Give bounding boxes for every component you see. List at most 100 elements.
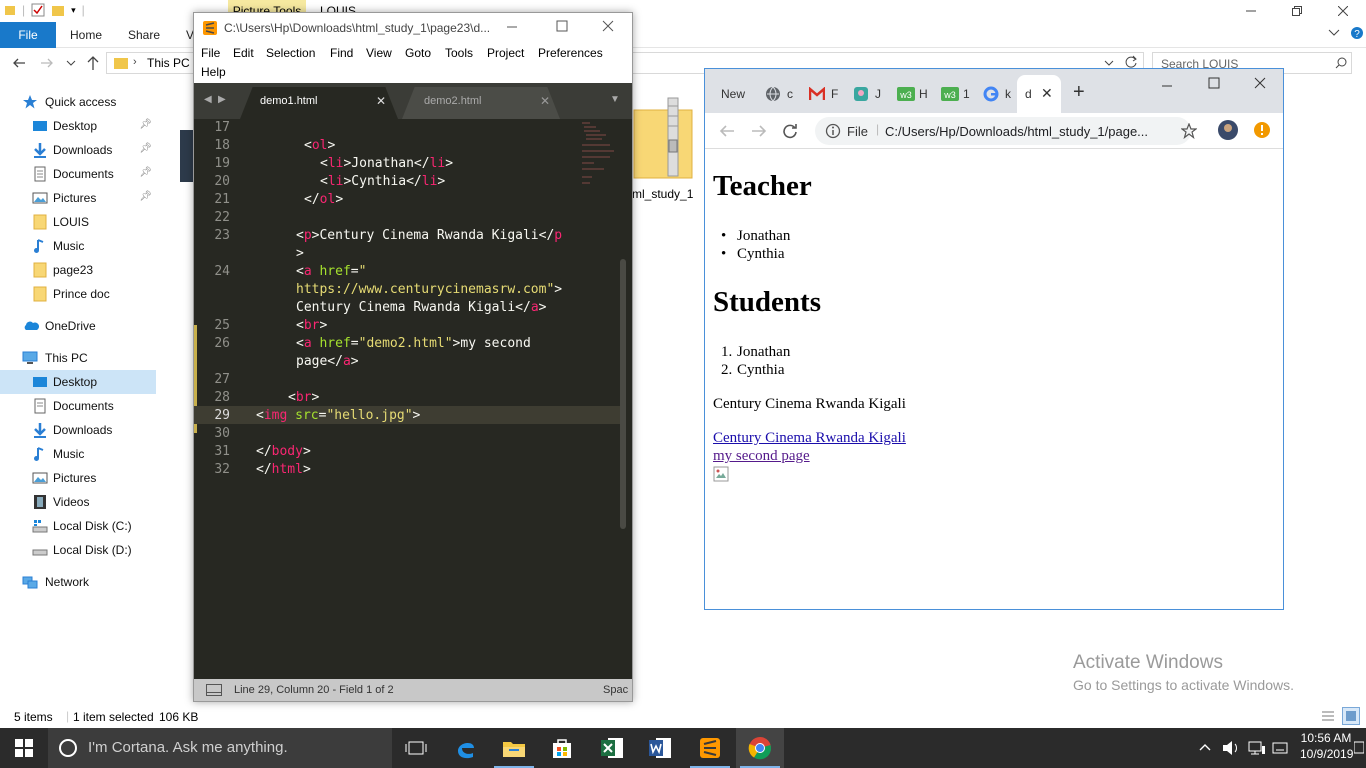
menu-file[interactable]: File [201,46,220,60]
explorer-minimize-button[interactable] [1228,0,1274,22]
forward-arrow-icon[interactable] [40,56,54,70]
chrome-tab[interactable]: w3 H [893,77,933,113]
show-hidden-icons-chevron-icon[interactable] [1198,741,1212,753]
century-cinema-link[interactable]: Century Cinema Rwanda Kigali [713,430,906,447]
nav-pc-local-disk-c[interactable]: Local Disk (C:) [0,514,156,538]
start-button[interactable] [0,728,48,768]
nav-pc-local-disk-d[interactable]: Local Disk (D:) [0,538,156,562]
menu-tools[interactable]: Tools [445,46,473,60]
update-alert-icon[interactable] [1253,121,1271,139]
ribbon-expand-icon[interactable] [1328,27,1340,37]
nav-pc-downloads[interactable]: Downloads [0,418,156,442]
reload-icon[interactable] [782,123,798,139]
second-page-link[interactable]: my second page [713,448,810,465]
up-arrow-icon[interactable] [86,55,100,71]
nav-pc-videos[interactable]: Videos [0,490,156,514]
sublime-minimize-button[interactable] [506,21,518,33]
network-status-icon[interactable] [1248,740,1266,756]
menu-preferences[interactable]: Preferences [538,46,603,60]
sublime-close-button[interactable] [602,20,614,32]
nav-qa-desktop[interactable]: Desktop 📌︎ [0,114,156,138]
tab-dropdown-icon[interactable]: ▼ [610,94,620,105]
chrome-icon[interactable] [736,728,784,768]
nav-qa-louis[interactable]: LOUIS [0,210,156,234]
large-icons-view-icon[interactable] [1342,707,1360,725]
nav-pc-pictures[interactable]: Pictures [0,466,156,490]
details-view-icon[interactable] [1320,708,1336,724]
new-folder-icon[interactable] [51,3,65,17]
nav-pc-music[interactable]: Music [0,442,156,466]
sublime-maximize-button[interactable] [556,20,568,32]
chrome-tab[interactable]: k [981,77,1017,113]
word-icon[interactable] [636,728,684,768]
menu-find[interactable]: Find [330,46,353,60]
extension-icon[interactable] [1217,119,1239,141]
help-icon[interactable]: ? [1350,26,1364,40]
address-dropdown-icon[interactable] [1104,58,1114,68]
nav-this-pc[interactable]: This PC [0,346,156,370]
tab-demo2[interactable]: demo2.html ✕ [402,87,560,119]
menu-view[interactable]: View [366,46,392,60]
tab-scroll-left-icon[interactable]: ◀ [204,94,212,105]
nav-pc-desktop[interactable]: Desktop [0,370,156,394]
chrome-tab[interactable]: w3 1 [937,77,977,113]
new-tab-button[interactable]: + [1073,82,1085,102]
indentation-setting[interactable]: Spac [603,684,628,696]
keyboard-icon[interactable] [1272,740,1288,756]
menu-selection[interactable]: Selection [266,46,315,60]
sublime-text-icon[interactable] [686,728,734,768]
excel-icon[interactable] [588,728,636,768]
tab-close-icon[interactable]: ✕ [540,94,550,108]
zip-folder-icon[interactable] [632,96,694,180]
file-explorer-icon[interactable] [490,728,538,768]
breadcrumb[interactable]: This PC [147,56,190,70]
tab-scroll-right-icon[interactable]: ▶ [218,94,226,105]
folder-icon[interactable] [4,3,16,17]
tab-demo1[interactable]: demo1.html ✕ [240,87,398,119]
chrome-tab[interactable]: c [761,77,801,113]
cortana-search-box[interactable]: I'm Cortana. Ask me anything. [48,728,392,768]
chrome-maximize-button[interactable] [1208,77,1220,89]
nav-qa-documents[interactable]: Documents 📌︎ [0,162,156,186]
nav-qa-music[interactable]: Music [0,234,156,258]
store-icon[interactable] [538,728,586,768]
properties-icon[interactable] [31,3,45,17]
nav-network[interactable]: Network [0,570,156,594]
volume-icon[interactable] [1222,740,1240,756]
tab-close-icon[interactable]: ✕ [376,94,386,108]
explorer-restore-button[interactable] [1274,0,1320,22]
qat-dropdown-icon[interactable]: ▾ [71,5,76,16]
recent-locations-icon[interactable] [66,58,76,68]
back-arrow-icon[interactable] [12,56,26,70]
chrome-tab[interactable]: New [713,77,759,113]
chrome-minimize-button[interactable] [1161,81,1173,93]
panel-toggle-icon[interactable] [206,684,222,696]
clock[interactable]: 10:56 AM 10/9/2019 [1300,731,1353,761]
menu-edit[interactable]: Edit [233,46,254,60]
minimap[interactable] [580,121,616,191]
nav-qa-page23[interactable]: page23 [0,258,156,282]
url-bar[interactable]: File | C:/Users/Hp/Downloads/html_study_… [815,117,1197,145]
tab-close-icon[interactable]: ✕ [1041,85,1053,102]
chrome-close-button[interactable] [1254,77,1266,89]
nav-pc-documents[interactable]: Documents [0,394,156,418]
nav-qa-prince-doc[interactable]: Prince doc [0,282,156,306]
forward-arrow-icon[interactable] [751,124,767,138]
refresh-icon[interactable] [1124,55,1138,69]
ribbon-file-tab[interactable]: File [0,22,56,48]
chrome-tab[interactable]: F [805,77,845,113]
nav-qa-pictures[interactable]: Pictures 📌︎ [0,186,156,210]
editor-scrollbar[interactable] [620,259,626,529]
task-view-button[interactable] [392,728,440,768]
explorer-close-button[interactable] [1320,0,1366,22]
menu-help[interactable]: Help [201,65,226,79]
ribbon-share-tab[interactable]: Share [128,22,160,48]
chrome-tab[interactable]: J [849,77,889,113]
nav-onedrive[interactable]: OneDrive [0,314,156,338]
ribbon-home-tab[interactable]: Home [70,22,102,48]
chrome-active-tab[interactable]: d ✕ [1017,75,1061,113]
nav-qa-downloads[interactable]: Downloads 📌︎ [0,138,156,162]
menu-goto[interactable]: Goto [405,46,431,60]
menu-project[interactable]: Project [487,46,524,60]
edge-icon[interactable] [442,728,490,768]
